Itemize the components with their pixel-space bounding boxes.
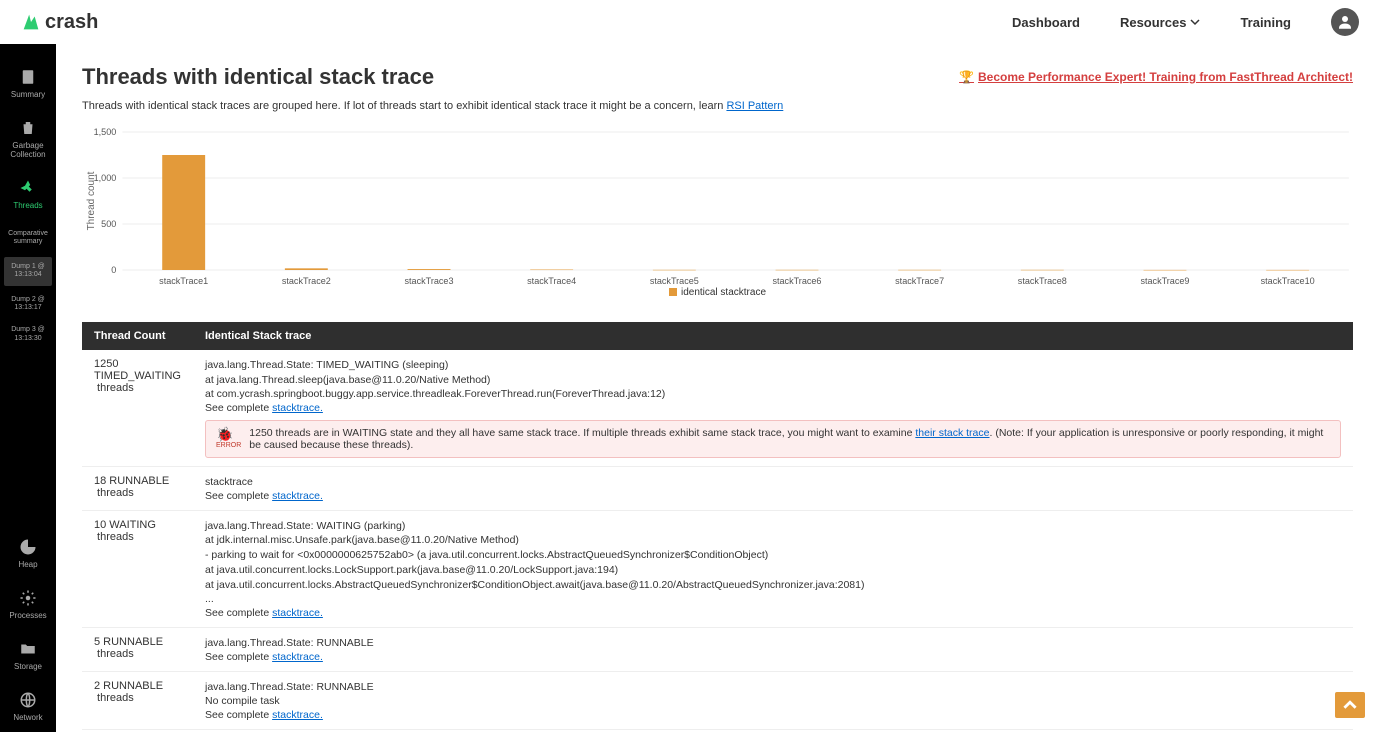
scroll-top-button[interactable]	[1335, 692, 1365, 718]
their-stack-trace-link[interactable]: their stack trace	[915, 427, 989, 439]
page-title: Threads with identical stack trace	[82, 64, 434, 90]
sidebar-item-network[interactable]: Network	[0, 681, 56, 732]
sidebar-item-gc[interactable]: Garbage Collection	[0, 109, 56, 169]
expert-training-link[interactable]: 🏆 Become Performance Expert! Training fr…	[959, 70, 1353, 84]
chevron-up-icon	[1343, 698, 1357, 712]
stacktrace-link[interactable]: stacktrace.	[272, 607, 323, 619]
thread-count-cell: 18 RUNNABLE threads	[82, 467, 193, 511]
svg-text:stackTrace8: stackTrace8	[1018, 276, 1067, 286]
logo-icon	[20, 11, 42, 33]
threads-table: Thread Count Identical Stack trace 1250 …	[82, 322, 1353, 732]
avatar[interactable]	[1331, 8, 1359, 36]
nav-dashboard[interactable]: Dashboard	[1012, 15, 1080, 30]
col-thread-count: Thread Count	[82, 322, 193, 350]
bar-stackTrace8[interactable]	[1021, 270, 1064, 271]
nav-training[interactable]: Training	[1240, 15, 1291, 30]
stacktrace-link[interactable]: stacktrace.	[272, 651, 323, 663]
stack-trace-cell: java.lang.Thread.State: RUNNABLENo compi…	[193, 671, 1353, 729]
bar-stackTrace4[interactable]	[530, 270, 573, 271]
thread-count-cell: 10 WAITING threads	[82, 510, 193, 627]
see-complete: See complete stacktrace.	[205, 607, 1341, 619]
folder-icon	[19, 640, 37, 658]
bar-stackTrace1[interactable]	[162, 155, 205, 270]
svg-text:stackTrace4: stackTrace4	[527, 276, 576, 286]
sidebar-item-processes[interactable]: Processes	[0, 579, 56, 630]
bug-icon: 🐞	[216, 427, 241, 441]
warning-box: 🐞ERROR 1250 threads are in WAITING state…	[205, 420, 1341, 458]
svg-text:stackTrace7: stackTrace7	[895, 276, 944, 286]
pie-icon	[19, 538, 37, 556]
chart: 05001,0001,500Thread countstackTrace1sta…	[82, 128, 1353, 308]
svg-text:stackTrace1: stackTrace1	[159, 276, 208, 286]
thread-count-cell: 1250 TIMED_WAITING threads	[82, 350, 193, 467]
stack-trace-cell: java.lang.Thread.State: WAITING (parking…	[193, 510, 1353, 627]
col-stack-trace: Identical Stack trace	[193, 322, 1353, 350]
gear-icon	[19, 589, 37, 607]
see-complete: See complete stacktrace.	[205, 490, 1341, 502]
svg-text:0: 0	[111, 265, 116, 275]
bar-stackTrace10[interactable]	[1266, 270, 1309, 271]
sidebar-dump1[interactable]: Dump 1 @ 13:13:04	[4, 257, 52, 286]
table-row: 18 RUNNABLE threadsstacktraceSee complet…	[82, 467, 1353, 511]
see-complete: See complete stacktrace.	[205, 709, 1341, 721]
bar-stackTrace9[interactable]	[1144, 270, 1187, 271]
nav-resources[interactable]: Resources	[1120, 15, 1200, 30]
stack-trace-cell: java.lang.Thread.State: TIMED_WAITING (s…	[193, 350, 1353, 467]
globe-icon	[19, 691, 37, 709]
thread-count-cell: 2 RUNNABLE threads	[82, 671, 193, 729]
bar-stackTrace6[interactable]	[776, 270, 819, 271]
pin-icon	[19, 179, 37, 197]
see-complete: See complete stacktrace.	[205, 402, 1341, 414]
sidebar-item-storage[interactable]: Storage	[0, 630, 56, 681]
sidebar-dump3[interactable]: Dump 3 @ 13:13:30	[0, 320, 56, 349]
see-complete: See complete stacktrace.	[205, 651, 1341, 663]
trophy-icon: 🏆	[959, 70, 974, 84]
logo[interactable]: crash	[20, 11, 98, 34]
document-icon	[19, 68, 37, 86]
svg-text:1,500: 1,500	[94, 128, 117, 137]
thread-count-cell: 5 RUNNABLE threads	[82, 627, 193, 671]
page-subtext: Threads with identical stack traces are …	[82, 100, 1353, 112]
stacktrace-link[interactable]: stacktrace.	[272, 490, 323, 502]
main-content: Threads with identical stack trace 🏆 Bec…	[56, 44, 1379, 732]
trash-icon	[19, 119, 37, 137]
stacktrace-link[interactable]: stacktrace.	[272, 709, 323, 721]
svg-text:Thread count: Thread count	[86, 171, 97, 230]
bar-stackTrace3[interactable]	[408, 269, 451, 270]
svg-text:stackTrace3: stackTrace3	[405, 276, 454, 286]
chevron-down-icon	[1190, 17, 1200, 27]
top-nav: Dashboard Resources Training	[1012, 8, 1359, 36]
table-row: 10 WAITING threadsjava.lang.Thread.State…	[82, 510, 1353, 627]
bar-stackTrace2[interactable]	[285, 268, 328, 270]
sidebar-dump2[interactable]: Dump 2 @ 13:13:17	[0, 290, 56, 319]
svg-text:500: 500	[101, 219, 116, 229]
bar-stackTrace7[interactable]	[898, 270, 941, 271]
rsi-pattern-link[interactable]: RSI Pattern	[726, 100, 783, 112]
sidebar-item-threads[interactable]: Threads	[0, 169, 56, 220]
user-icon	[1336, 13, 1354, 31]
sidebar-item-heap[interactable]: Heap	[0, 528, 56, 579]
sidebar: Summary Garbage Collection Threads Compa…	[0, 44, 56, 732]
chart-legend: identical stacktrace	[82, 287, 1353, 298]
table-row: 2 RUNNABLE threadsjava.lang.Thread.State…	[82, 671, 1353, 729]
table-row: 1250 TIMED_WAITING threadsjava.lang.Thre…	[82, 350, 1353, 467]
stacktrace-link[interactable]: stacktrace.	[272, 402, 323, 414]
bar-stackTrace5[interactable]	[653, 270, 696, 271]
sidebar-comparative[interactable]: Comparative summary	[0, 224, 56, 253]
svg-text:stackTrace9: stackTrace9	[1140, 276, 1189, 286]
svg-text:stackTrace5: stackTrace5	[650, 276, 699, 286]
sidebar-item-summary[interactable]: Summary	[0, 58, 56, 109]
svg-text:stackTrace2: stackTrace2	[282, 276, 331, 286]
stack-trace-cell: stacktraceSee complete stacktrace.	[193, 467, 1353, 511]
stack-trace-cell: java.lang.Thread.State: RUNNABLESee comp…	[193, 627, 1353, 671]
table-row: 5 RUNNABLE threadsjava.lang.Thread.State…	[82, 627, 1353, 671]
svg-text:stackTrace6: stackTrace6	[772, 276, 821, 286]
top-bar: crash Dashboard Resources Training	[0, 0, 1379, 44]
svg-text:stackTrace10: stackTrace10	[1261, 276, 1315, 286]
